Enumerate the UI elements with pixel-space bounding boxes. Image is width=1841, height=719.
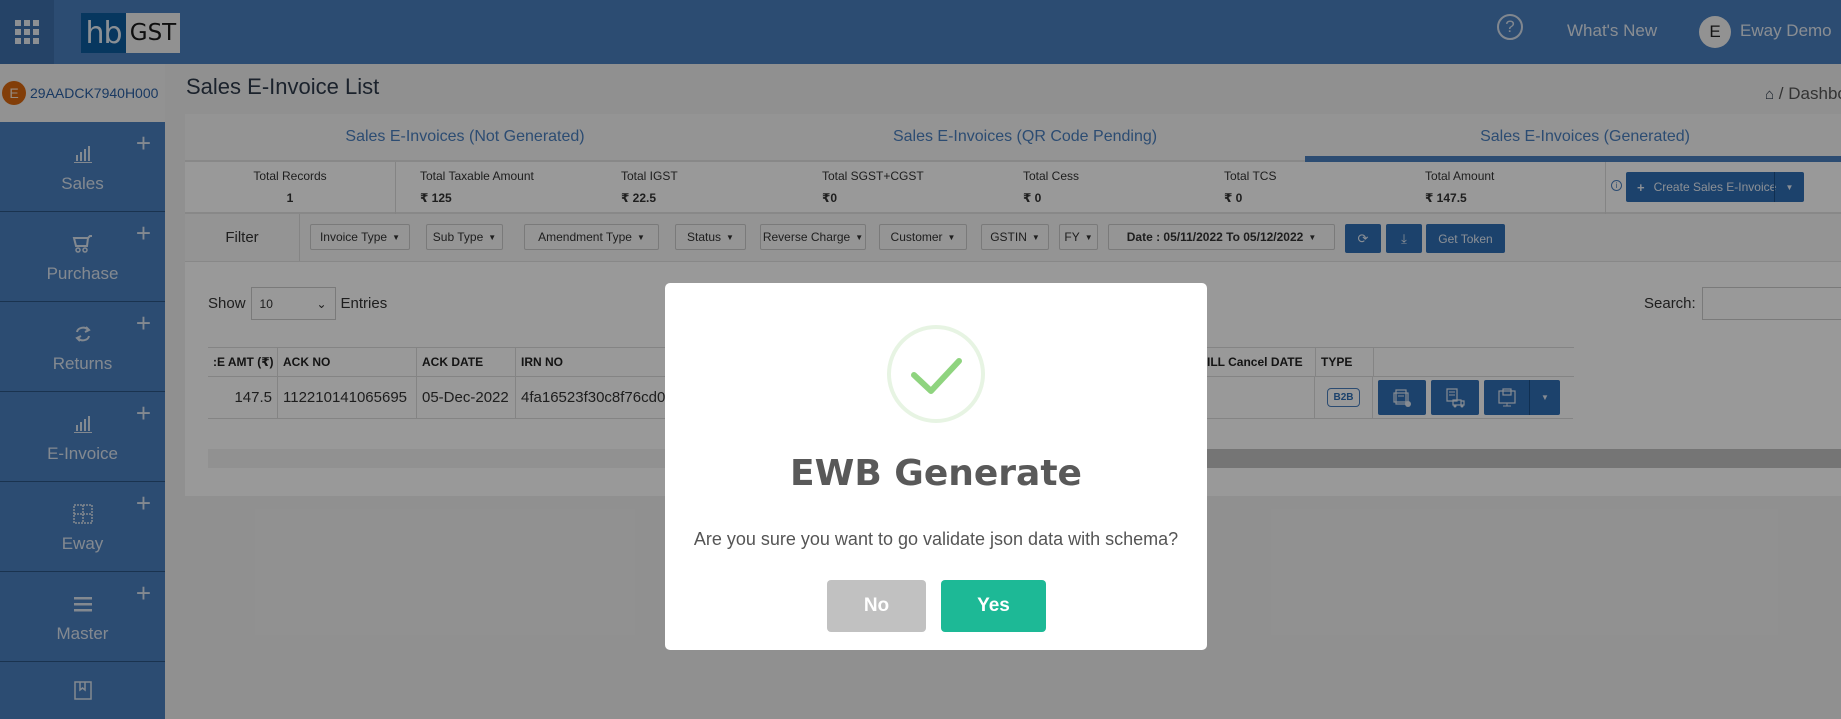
success-check-icon	[887, 325, 985, 423]
no-button[interactable]: No	[827, 580, 926, 632]
dialog-title: EWB Generate	[790, 453, 1082, 494]
dialog-message: Are you sure you want to go validate jso…	[693, 529, 1179, 549]
ewb-generate-dialog: EWB Generate Are you sure you want to go…	[665, 283, 1207, 650]
yes-button[interactable]: Yes	[941, 580, 1046, 632]
